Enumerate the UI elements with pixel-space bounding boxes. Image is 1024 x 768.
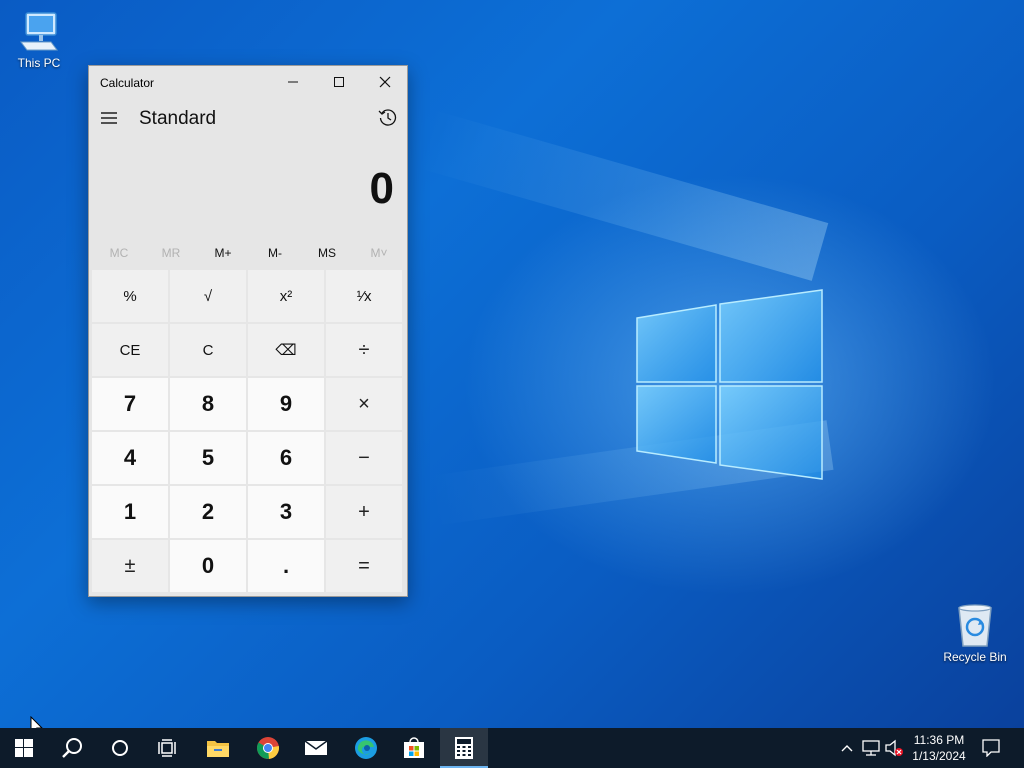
negate-button[interactable]: ±: [92, 540, 168, 592]
square-button[interactable]: x²: [248, 270, 324, 322]
title-bar[interactable]: Calculator: [89, 66, 407, 98]
clock-time: 11:36 PM: [913, 733, 965, 747]
network-tray-button[interactable]: [861, 738, 881, 758]
task-view-icon: [158, 739, 176, 757]
equals-button[interactable]: =: [326, 540, 402, 592]
wallpaper-light-beam: [417, 110, 829, 281]
memory-row: MC MR M+ M- MS M˅: [93, 241, 405, 265]
digit-6-button[interactable]: 6: [248, 432, 324, 484]
file-explorer-icon: [207, 741, 229, 757]
keypad: % √ x² ¹⁄x CE C ⌫ ÷ 7 8 9 × 4 5 6− 1 2 3 + ±0. =: [92, 270, 402, 592]
computer-icon: [20, 12, 58, 51]
calculator-window: Calculator Standard 0 MC MR M+ M- MS M˅ …: [88, 65, 408, 597]
calculator-header: Standard: [89, 98, 407, 138]
navigation-menu-button[interactable]: [99, 108, 119, 128]
desktop-icon-recycle-bin[interactable]: Recycle Bin: [937, 602, 1013, 664]
history-icon: [378, 109, 397, 126]
window-title: Calculator: [100, 76, 155, 90]
cortana-button[interactable]: [96, 728, 144, 768]
windows-start-icon: [15, 739, 33, 757]
hamburger-menu-icon: [101, 112, 117, 124]
subtract-button[interactable]: −: [326, 432, 402, 484]
store-icon: [404, 737, 424, 758]
multiply-button[interactable]: ×: [326, 378, 402, 430]
digit-5-button[interactable]: 5: [170, 432, 246, 484]
memory-add-button[interactable]: M+: [197, 241, 249, 265]
history-button[interactable]: [377, 107, 399, 129]
digit-9-button[interactable]: 9: [248, 378, 324, 430]
memory-recall-button[interactable]: MR: [145, 241, 197, 265]
clear-button[interactable]: C: [170, 324, 246, 376]
cortana-icon: [112, 740, 128, 756]
desktop: This PC Recycle Bin Calculator Standard …: [0, 0, 1024, 768]
volume-muted-icon: [885, 739, 903, 757]
windows-logo-wallpaper: [636, 289, 823, 480]
action-center-button[interactable]: [981, 738, 1001, 758]
taskbar-clock[interactable]: 11:36 PM 1/13/2024: [903, 732, 975, 764]
clock-date: 1/13/2024: [912, 749, 966, 763]
desktop-icon-label: Recycle Bin: [943, 650, 1007, 664]
notification-icon: [982, 739, 1000, 757]
close-button[interactable]: [362, 66, 408, 98]
volume-tray-button[interactable]: [884, 738, 904, 758]
chevron-up-icon: [841, 745, 853, 752]
digit-1-button[interactable]: 1: [92, 486, 168, 538]
decimal-button[interactable]: .: [248, 540, 324, 592]
digit-0-button[interactable]: 0: [170, 540, 246, 592]
mode-title: Standard: [139, 108, 217, 129]
task-view-button[interactable]: [144, 728, 192, 768]
mail-button[interactable]: [292, 728, 340, 768]
clear-entry-button[interactable]: CE: [92, 324, 168, 376]
chrome-button[interactable]: [244, 728, 292, 768]
store-button[interactable]: [390, 728, 438, 768]
digit-4-button[interactable]: 4: [92, 432, 168, 484]
memory-subtract-button[interactable]: M-: [249, 241, 301, 265]
backspace-button[interactable]: ⌫: [248, 324, 324, 376]
taskbar: 11:36 PM 1/13/2024: [0, 728, 1024, 768]
calculator-icon: [455, 737, 473, 759]
chrome-icon: [257, 737, 279, 759]
edge-button[interactable]: [342, 728, 390, 768]
minimize-icon: [288, 81, 298, 83]
minimize-button[interactable]: [270, 66, 316, 98]
memory-clear-button[interactable]: MC: [93, 241, 145, 265]
memory-list-button[interactable]: M˅: [353, 241, 405, 265]
digit-2-button[interactable]: 2: [170, 486, 246, 538]
desktop-icon-label: This PC: [17, 56, 61, 70]
percent-button[interactable]: %: [92, 270, 168, 322]
start-button[interactable]: [0, 728, 48, 768]
edge-icon: [355, 737, 377, 759]
calculator-taskbar-button[interactable]: [440, 728, 488, 768]
digit-8-button[interactable]: 8: [170, 378, 246, 430]
digit-3-button[interactable]: 3: [248, 486, 324, 538]
close-icon: [379, 76, 391, 88]
add-button[interactable]: +: [326, 486, 402, 538]
desktop-icon-this-pc[interactable]: This PC: [1, 10, 77, 70]
network-icon: [862, 740, 880, 756]
divide-button[interactable]: ÷: [326, 324, 402, 376]
digit-7-button[interactable]: 7: [92, 378, 168, 430]
mail-icon: [304, 740, 328, 755]
maximize-icon: [334, 77, 344, 87]
search-icon: [62, 738, 82, 758]
search-button[interactable]: [48, 728, 96, 768]
reciprocal-button[interactable]: ¹⁄x: [326, 270, 402, 322]
maximize-button[interactable]: [316, 66, 362, 98]
show-hidden-icons-button[interactable]: [837, 738, 857, 758]
file-explorer-button[interactable]: [194, 728, 242, 768]
memory-store-button[interactable]: MS: [301, 241, 353, 265]
result-display: 0: [369, 164, 394, 213]
square-root-button[interactable]: √: [170, 270, 246, 322]
recycle-bin-icon: [958, 604, 992, 647]
